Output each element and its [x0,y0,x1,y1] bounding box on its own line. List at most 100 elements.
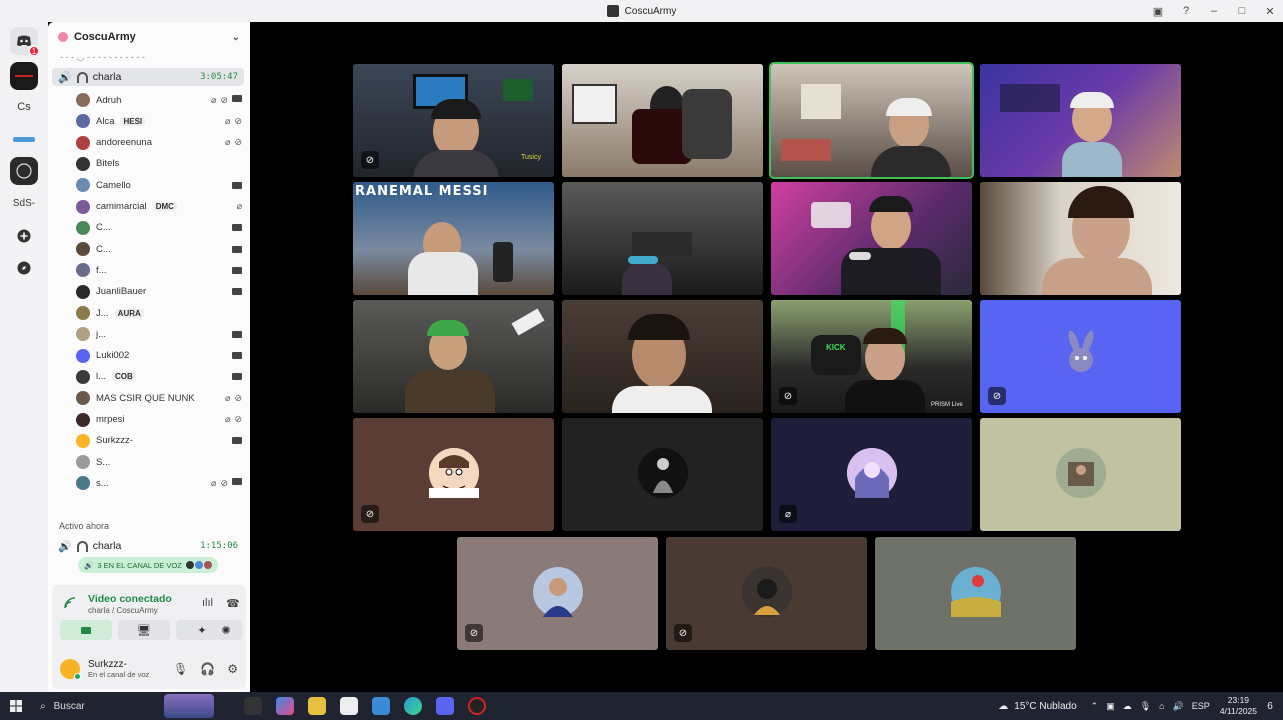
search-highlight-image[interactable] [164,694,214,718]
member-row[interactable]: j... [76,324,242,344]
video-tile[interactable]: KICK PRISM Live ⊘ [771,300,972,413]
file-explorer-icon[interactable] [308,697,326,715]
avatar-tile[interactable] [875,537,1076,650]
screen-share-button[interactable]: 🖥 [118,620,170,640]
avatar-tile[interactable]: ⊘ [666,537,867,650]
video-tile-speaking[interactable] [769,62,974,179]
network-icon[interactable]: ⌂ [1159,701,1164,712]
signal-icon[interactable] [64,597,76,612]
member-row[interactable]: Bitels [76,154,242,174]
video-tile[interactable]: Tusicy ⊘ [353,64,554,177]
avatar-tile[interactable] [980,418,1181,531]
soundboard-button[interactable]: ✺ [210,620,242,640]
mic-muted-icon: ⌀ [225,115,231,126]
chevron-up-icon[interactable]: ⌃ [1091,701,1099,712]
member-row[interactable]: JuanliBauer [76,282,242,302]
voice-count-pill[interactable]: 🔊 3 EN EL CANAL DE VOZ [78,557,218,573]
notification-center-icon[interactable]: 6 [1257,701,1283,712]
member-name: s... [96,477,109,489]
video-tile[interactable] [562,300,763,413]
member-row[interactable]: Surkzzz- [76,431,242,451]
discover-icon[interactable] [10,254,38,282]
maximize-button[interactable]: □ [1235,4,1249,18]
minimize-button[interactable]: – [1207,4,1221,18]
edge-icon[interactable] [404,697,422,715]
member-row[interactable]: Adruh ⌀ ⊘ [76,90,242,110]
video-tile[interactable] [562,182,763,295]
start-button-icon[interactable] [0,700,32,712]
mail-icon[interactable] [372,697,390,715]
avatar-tile[interactable]: ⊘ [353,418,554,531]
member-row[interactable]: andoreenuna ⌀ ⊘ [76,133,242,153]
member-row[interactable]: C... [76,218,242,238]
member-row[interactable]: MAS CSIR QUE NUNK ⌀ ⊘ [76,388,242,408]
video-tile[interactable] [980,64,1181,177]
member-row[interactable]: S... [76,452,242,472]
deafened-icon: ⊘ [234,137,242,148]
noise-suppression-icon[interactable]: ılıl [202,597,213,609]
member-row[interactable]: Luki002 [76,346,242,366]
channel-sidebar: CoscuArmy ⌄ - - - ◡ - - - - - - - - - - … [48,22,250,692]
member-row[interactable]: C... [76,239,242,259]
add-server-icon[interactable] [10,222,38,250]
tray-app-icon[interactable]: ▣ [1106,701,1115,712]
member-row[interactable]: mrpesi ⌀ ⊘ [76,410,242,430]
avatar-tile[interactable]: ⌀ [771,418,972,531]
camera-button[interactable] [60,620,112,640]
member-row[interactable]: l... COB [76,367,242,387]
server-icon-blue[interactable] [10,126,38,154]
camera-off-icon: ⊘ [779,387,797,405]
server-icon-red[interactable] [10,62,38,90]
speaker-icon: 🔊 [84,560,94,570]
headphones-icon[interactable]: 🎧 [200,662,215,676]
member-row[interactable]: Camello [76,175,242,195]
help-icon[interactable]: ? [1179,4,1193,18]
member-name: j... [96,328,107,340]
language-indicator[interactable]: ESP [1192,701,1210,712]
chevron-down-icon[interactable]: ⌄ [232,32,240,43]
voice-channel-charla[interactable]: 🔊 charla 3:05:47 [52,68,244,86]
video-tile[interactable] [562,64,763,177]
active-channel-charla[interactable]: 🔊 charla 1:15:06 [52,537,244,555]
video-tile[interactable]: RANEMAL MESSI [353,182,554,295]
copilot-icon[interactable] [276,697,294,715]
disconnect-icon[interactable]: ☎ [226,597,240,610]
avatar-tile[interactable] [562,418,763,531]
server-header[interactable]: CoscuArmy ⌄ [48,22,250,52]
member-row[interactable]: J... AURA [76,303,242,323]
server-badge-icon [58,32,68,42]
user-avatar[interactable] [60,659,81,680]
member-name: mrpesi [96,414,125,425]
avatar-tile[interactable]: ⊘ [457,537,658,650]
cloud-tray-icon[interactable]: ☁ [1123,701,1132,712]
server-icon-sds[interactable]: SdS- [10,189,38,217]
voice-status[interactable]: Video conectado [88,593,172,605]
member-row[interactable]: s... ⌀ ⊘ [76,473,242,493]
task-view-icon[interactable] [244,697,262,715]
server-icon-coscuarmy[interactable] [10,157,38,185]
volume-icon[interactable]: 🔊 [1173,701,1184,712]
discord-taskbar-icon[interactable] [436,697,454,715]
member-row[interactable]: Alca HESI ⌀ ⊘ [76,111,242,131]
weather-widget[interactable]: ☁ 15°C Nublado [998,701,1076,712]
member-row[interactable]: camimarcial DMC ⌀ [76,197,242,217]
member-row[interactable]: f... [76,260,242,280]
member-tag: COB [112,372,136,382]
video-tile[interactable] [353,300,554,413]
video-tile[interactable] [980,182,1181,295]
server-icon-cs[interactable]: Cs [10,93,38,121]
store-icon[interactable] [340,697,358,715]
settings-gear-icon[interactable]: ⚙ [227,662,238,676]
clock[interactable]: 23:19 4/11/2025 [1220,695,1257,717]
taskbar-search[interactable]: ⌕ Buscar [32,701,172,712]
app-taskbar-icon[interactable] [468,697,486,715]
direct-messages-icon[interactable]: 1 [10,27,40,57]
video-tile[interactable] [771,182,972,295]
close-button[interactable]: ✕ [1263,4,1277,18]
microphone-icon[interactable]: 🎙 [173,662,188,676]
mic-muted-icon: ⌀ [211,477,217,488]
avatar-tile[interactable]: ⊘ [980,300,1181,413]
microphone-tray-icon[interactable]: 🎙 [1140,701,1151,712]
inbox-icon[interactable]: ▣ [1151,4,1165,18]
avatar [533,567,583,617]
